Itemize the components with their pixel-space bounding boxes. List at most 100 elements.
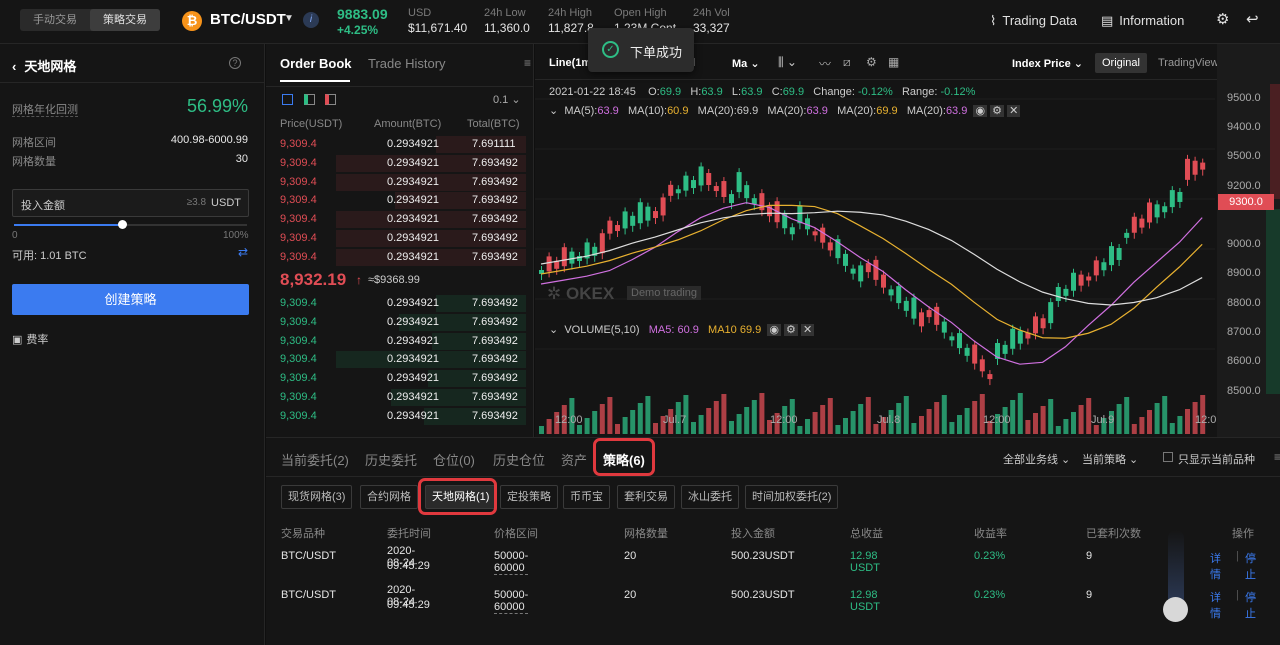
ma-menu[interactable]: Ma ⌄ [732,57,760,70]
tab-positions[interactable]: 仓位(0) [433,450,475,469]
order-book-row[interactable]: 9,309.4 0.2934921 7.693492 [266,210,526,229]
subtab-dca[interactable]: 定投策略 [500,485,558,509]
order-book-row[interactable]: 9,309.4 0.2934921 7.693492 [266,229,526,248]
order-book-row[interactable]: 9,309.4 0.2934921 7.693492 [266,369,526,388]
order-book-row[interactable]: 9,309.4 0.2934921 7.693492 [266,313,526,332]
fee-link[interactable]: ▣ 费率 [12,331,48,347]
order-book-row[interactable]: 9,309.4 0.2934921 7.693492 [266,173,526,192]
information-link[interactable]: ▤ Information [1101,13,1184,29]
order-book-row[interactable]: 9,309.4 0.2934921 7.693492 [266,388,526,407]
scrollbar-thumb[interactable] [1163,597,1188,622]
layout-asks-icon[interactable] [325,94,336,105]
tab-order-history[interactable]: 历史委托 [365,450,417,469]
only-current-checkbox[interactable] [1163,452,1173,462]
tab-position-history[interactable]: 历史仓位 [493,450,545,469]
amount-input[interactable]: 投入金额 ≥3.8 USDT [12,189,249,217]
view-tradingview-button[interactable]: TradingView [1158,57,1219,69]
subtab-iceberg[interactable]: 冰山委托 [681,485,739,509]
slider-handle[interactable] [118,220,127,229]
volume-bar [1139,417,1145,434]
tab-order-book[interactable]: Order Book [280,56,352,71]
index-price-select[interactable]: Index Price ⌄ [1012,57,1083,70]
menu-icon[interactable]: ≡ [1274,450,1280,464]
volume-bar [903,396,909,434]
annual-return-row: 网格年化回测 56.99% [12,96,248,117]
interval-select[interactable]: Line(1m [549,57,591,69]
amount-hint: ≥3.8 [186,197,206,208]
subtab-contract-grid[interactable]: 合约网格 [360,485,418,509]
ruler-icon[interactable]: ⧄ [843,55,851,70]
business-filter[interactable]: 全部业务线 ⌄ [1003,451,1070,467]
stop-link[interactable]: 停止 [1245,589,1256,621]
strategy-count: 9 [1086,550,1093,562]
back-icon[interactable]: ↩ [1246,10,1259,28]
order-price: 9,309.4 [280,250,317,263]
bitcoin-icon: ₿ [182,11,202,31]
chart-canvas[interactable] [535,82,1280,437]
strategy-time: 09:45:29 [387,599,430,611]
trading-data-label: Trading Data [1002,13,1078,28]
layout-both-icon[interactable] [282,94,293,105]
order-book-row[interactable]: 9,309.4 0.2934921 7.693492 [266,332,526,351]
eye-icon[interactable]: ◉ [767,324,781,336]
chevron-down-icon[interactable]: ▼ [284,13,294,24]
orders-panel: 当前委托(2) 历史委托 仓位(0) 历史仓位 资产 策略(6) 全部业务线 ⌄… [266,437,1280,645]
tab-trade-history[interactable]: Trade History [368,56,446,71]
tab-underline [280,80,350,82]
grid-icon[interactable]: ▦ [888,55,899,69]
x-tick-label: 12:00 [770,414,798,426]
trend-line-icon[interactable]: 〰 [819,55,831,72]
amount-slider[interactable] [14,220,247,229]
detail-link[interactable]: 详情 [1210,589,1221,621]
separator: | [1236,550,1239,562]
strategy-amount: 500.23USDT [731,550,795,562]
subtab-savings[interactable]: 币币宝 [563,485,610,509]
fullscreen-icon[interactable]: ⤢ [1239,56,1249,71]
order-book-row[interactable]: 9,309.4 0.2934921 7.693492 [266,154,526,173]
settings-gear-icon[interactable]: ⚙ [1216,10,1229,28]
trading-data-link[interactable]: ⌇ Trading Data [990,13,1077,29]
candle [622,211,628,229]
tab-open-orders[interactable]: 当前委托(2) [281,450,349,469]
help-icon[interactable]: ? [229,57,241,69]
pair-selector[interactable]: BTC/USDT [210,11,286,28]
order-book-row[interactable]: 9,309.4 0.2934921 7.693492 [266,350,526,369]
transfer-icon[interactable]: ⇄ [238,245,248,259]
menu-icon[interactable]: ≡ [524,56,531,70]
subtab-arbitrage[interactable]: 套利交易 [617,485,675,509]
volume-bar [698,415,704,434]
candle-style-icon[interactable]: ⫼ ⌄ [778,55,797,70]
candle [1017,330,1023,344]
order-book-row[interactable]: 9,309.4 0.2934921 7.693492 [266,191,526,210]
collapse-icon[interactable]: ⌄ [549,324,558,336]
col-range: 价格区间 [494,528,538,540]
volume-bar [812,412,818,434]
mode-manual-tab[interactable]: 手动交易 [20,9,90,31]
mode-strategy-tab[interactable]: 策略交易 [90,9,160,31]
subtab-spot-grid[interactable]: 现货网格(3) [281,485,353,509]
detail-link[interactable]: 详情 [1210,550,1221,582]
order-book-row[interactable]: 9,309.4 0.2934921 7.693492 [266,294,526,313]
strategy-title-label: 天地网格 [24,59,77,74]
view-original-button[interactable]: Original [1095,53,1147,73]
volume-bar [751,400,757,434]
order-total: 7.693492 [472,353,518,366]
order-book-row[interactable]: 9,309.4 0.2934921 7.693492 [266,407,526,426]
chevron-left-icon[interactable]: ‹ [12,59,16,74]
subtab-twap[interactable]: 时间加权委托(2) [745,485,839,509]
close-icon[interactable]: ✕ [800,324,815,336]
create-strategy-button[interactable]: 创建策略 [12,284,249,315]
info-icon[interactable]: i [303,12,319,28]
candle [599,233,605,254]
order-book-row[interactable]: 9,309.4 0.2934921 7.693492 [266,248,526,267]
strategy-filter[interactable]: 当前策略 ⌄ [1082,451,1138,467]
chart-settings-icon[interactable]: ⚙ [866,55,877,69]
tab-assets[interactable]: 资产 [561,450,587,469]
settings-icon[interactable]: ⚙ [784,324,798,336]
watermark-text: OKEX [565,284,615,303]
layout-bids-icon[interactable] [304,94,315,105]
stop-link[interactable]: 停止 [1245,550,1256,582]
order-book-row[interactable]: 9,309.4 0.2934921 7.691111 [266,135,526,154]
strategy-title[interactable]: ‹ 天地网格 [12,56,76,75]
precision-select[interactable]: 0.1 ⌄ [493,93,521,106]
